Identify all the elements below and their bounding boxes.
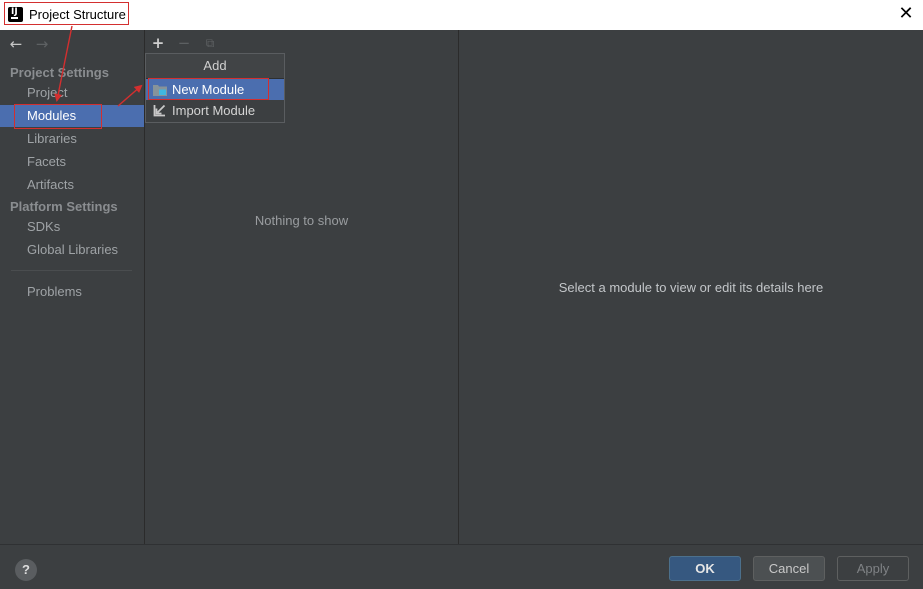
copy-icon[interactable]: ⧉: [201, 33, 219, 53]
sidebar-item-sdks[interactable]: SDKs: [0, 216, 144, 238]
sidebar-item-problems[interactable]: Problems: [0, 281, 144, 303]
help-icon[interactable]: ?: [15, 559, 37, 581]
title-bar: IJ Project Structure ✕: [0, 0, 923, 30]
dialog-footer: ? OK Cancel Apply: [0, 544, 923, 589]
menu-item-new-module[interactable]: New Module: [146, 79, 284, 100]
ok-button[interactable]: OK: [669, 556, 741, 581]
cancel-button[interactable]: Cancel: [753, 556, 825, 581]
empty-state-text: Nothing to show: [254, 213, 349, 228]
back-arrow-icon[interactable]: ←: [7, 34, 25, 54]
menu-item-import-module[interactable]: Import Module: [146, 100, 284, 121]
module-details-panel: Select a module to view or edit its deta…: [459, 30, 923, 544]
add-popup-menu: Add New Module Import Module: [145, 53, 285, 123]
sidebar-item-artifacts[interactable]: Artifacts: [0, 174, 144, 196]
platform-settings-header: Platform Settings: [10, 199, 118, 214]
apply-button[interactable]: Apply: [837, 556, 909, 581]
sidebar-item-modules[interactable]: Modules: [0, 105, 144, 127]
menu-item-label: New Module: [172, 82, 245, 97]
sidebar-item-libraries[interactable]: Libraries: [0, 128, 144, 150]
close-icon[interactable]: ✕: [895, 3, 917, 25]
popup-header: Add: [146, 54, 284, 79]
sidebar-divider: [11, 270, 132, 271]
sidebar-item-project[interactable]: Project: [0, 82, 144, 104]
project-settings-header: Project Settings: [10, 65, 109, 80]
import-arrow-icon: [153, 104, 166, 117]
sidebar-item-global-libraries[interactable]: Global Libraries: [0, 239, 144, 261]
details-hint-text: Select a module to view or edit its deta…: [558, 280, 824, 295]
add-icon[interactable]: +: [149, 33, 167, 53]
sidebar-item-facets[interactable]: Facets: [0, 151, 144, 173]
module-folder-icon: [153, 85, 167, 96]
forward-arrow-icon[interactable]: →: [33, 34, 51, 54]
settings-sidebar: ← → Project Settings Project Modules Lib…: [0, 30, 145, 544]
remove-icon[interactable]: −: [175, 33, 193, 53]
menu-item-label: Import Module: [172, 103, 256, 118]
title-annotation-box: [4, 2, 129, 25]
